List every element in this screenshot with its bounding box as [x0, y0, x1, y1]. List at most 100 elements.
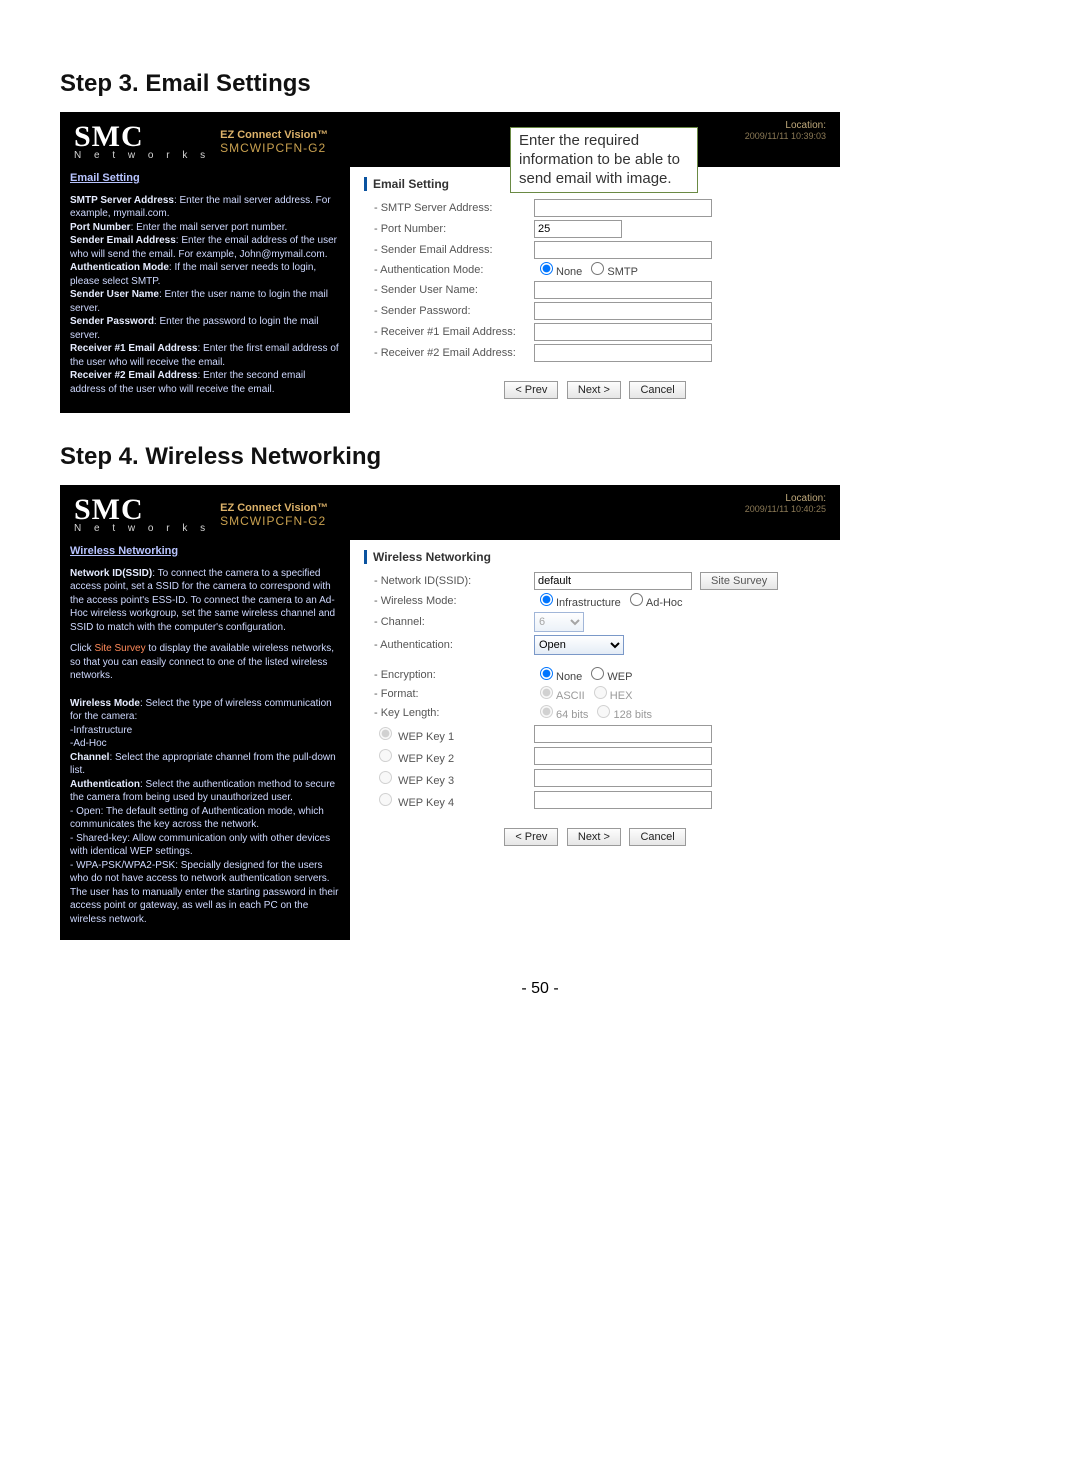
recv2-input[interactable] [534, 344, 712, 362]
help-text: Click [70, 643, 94, 654]
wep1-input[interactable] [534, 725, 712, 743]
auth-select[interactable]: Open [534, 635, 624, 655]
next-button[interactable]: Next > [567, 381, 621, 399]
wep3-input[interactable] [534, 769, 712, 787]
fmt-ascii-radio[interactable] [540, 686, 553, 699]
help-ssid: Network ID(SSID) [70, 568, 152, 579]
keylen-128-radio[interactable] [597, 705, 610, 718]
help-site-survey: Site Survey [94, 643, 145, 654]
lbl-port: - Port Number: [364, 223, 534, 235]
channel-select[interactable]: 6 [534, 612, 584, 632]
step3-panel: SMC N e t w o r k s EZ Connect Vision™ S… [60, 112, 840, 413]
sidebar-title: Wireless Networking [70, 544, 340, 559]
mode-infra-label: Infrastructure [556, 597, 621, 609]
smtp-input[interactable] [534, 199, 712, 217]
help-recv1: Receiver #1 Email Address [70, 343, 197, 354]
step4-heading: Step 4. Wireless Networking [60, 443, 1020, 471]
mode-infra-radio[interactable] [540, 593, 553, 606]
sender-pass-input[interactable] [534, 302, 712, 320]
fmt-ascii-label: ASCII [556, 690, 585, 702]
recv1-input[interactable] [534, 323, 712, 341]
auth-smtp-radio[interactable] [591, 262, 604, 275]
enc-none-label: None [556, 671, 582, 683]
help-sub: - WPA-PSK/WPA2-PSK: Specially designed f… [70, 859, 340, 927]
callout-box: Enter the required information to be abl… [510, 127, 698, 193]
location-time: 2009/11/11 10:40:25 [745, 504, 826, 514]
sender-user-input[interactable] [534, 281, 712, 299]
brand-networks: N e t w o r k s [74, 523, 210, 534]
wep1-label: WEP Key 1 [398, 731, 454, 743]
step4-content: Wireless Networking - Network ID(SSID): … [350, 540, 840, 940]
auth-none-radio[interactable] [540, 262, 553, 275]
lbl-ssid: - Network ID(SSID): [364, 575, 534, 587]
lbl-auth: - Authentication: [364, 639, 534, 651]
prev-button[interactable]: < Prev [504, 381, 558, 399]
help-sender-email: Sender Email Address [70, 235, 176, 246]
brand: SMC N e t w o r k s [74, 122, 210, 161]
lbl-sender-user: - Sender User Name: [364, 284, 534, 296]
keylen-64-label: 64 bits [556, 709, 588, 721]
brand-line2: SMCWIPCFN-G2 [220, 141, 328, 155]
section-title: Wireless Networking [364, 550, 826, 564]
brand-sub: EZ Connect Vision™ SMCWIPCFN-G2 [220, 502, 328, 528]
wep1-radio[interactable] [379, 727, 392, 740]
lbl-sender-email: - Sender Email Address: [364, 244, 534, 256]
enc-wep-label: WEP [607, 671, 632, 683]
help-pass: Sender Password [70, 316, 154, 327]
auth-smtp-label: SMTP [607, 266, 638, 278]
help-text: : Select the appropriate channel from th… [70, 752, 336, 777]
wep2-input[interactable] [534, 747, 712, 765]
brand-smc: SMC [74, 495, 210, 525]
help-text: : Enter the mail server port number. [131, 222, 288, 233]
step4-sidebar: Wireless Networking Network ID(SSID): To… [60, 540, 350, 940]
help-user: Sender User Name [70, 289, 159, 300]
location-block: Location: 2009/11/11 10:40:25 [745, 493, 826, 514]
lbl-channel: - Channel: [364, 616, 534, 628]
wep3-radio[interactable] [379, 771, 392, 784]
wep4-input[interactable] [534, 791, 712, 809]
wep4-label: WEP Key 4 [398, 797, 454, 809]
prev-button[interactable]: < Prev [504, 828, 558, 846]
next-button[interactable]: Next > [567, 828, 621, 846]
lbl-recv2: - Receiver #2 Email Address: [364, 347, 534, 359]
mode-adhoc-radio[interactable] [630, 593, 643, 606]
location-label: Location: [745, 493, 826, 504]
enc-wep-radio[interactable] [591, 667, 604, 680]
location-block: Location: 2009/11/11 10:39:03 [745, 120, 826, 141]
cancel-button[interactable]: Cancel [629, 828, 685, 846]
help-auth: Authentication Mode [70, 262, 169, 273]
help-sub: - Shared-key: Allow communication only w… [70, 832, 340, 859]
brand-line1: EZ Connect Vision™ [220, 502, 328, 514]
auth-none-label: None [556, 266, 582, 278]
step3-heading: Step 3. Email Settings [60, 70, 1020, 98]
step3-content: Enter the required information to be abl… [350, 167, 840, 413]
keylen-64-radio[interactable] [540, 705, 553, 718]
fmt-hex-radio[interactable] [594, 686, 607, 699]
wep2-radio[interactable] [379, 749, 392, 762]
port-input[interactable] [534, 220, 622, 238]
location-label: Location: [745, 120, 826, 131]
cancel-button[interactable]: Cancel [629, 381, 685, 399]
lbl-enc: - Encryption: [364, 669, 534, 681]
sender-email-input[interactable] [534, 241, 712, 259]
help-recv2: Receiver #2 Email Address [70, 370, 197, 381]
help-channel: Channel [70, 752, 109, 763]
help-mode: Wireless Mode [70, 698, 140, 709]
keylen-128-label: 128 bits [613, 709, 652, 721]
help-sub: -Infrastructure [70, 724, 340, 738]
enc-none-radio[interactable] [540, 667, 553, 680]
help-smtp: SMTP Server Address [70, 195, 174, 206]
lbl-smtp: - SMTP Server Address: [364, 202, 534, 214]
site-survey-button[interactable]: Site Survey [700, 572, 778, 590]
ssid-input[interactable] [534, 572, 692, 590]
brand-sub: EZ Connect Vision™ SMCWIPCFN-G2 [220, 129, 328, 155]
brand-line2: SMCWIPCFN-G2 [220, 514, 328, 528]
wep3-label: WEP Key 3 [398, 775, 454, 787]
wep4-radio[interactable] [379, 793, 392, 806]
brand: SMC N e t w o r k s [74, 495, 210, 534]
lbl-keylen: - Key Length: [364, 707, 534, 719]
lbl-recv1: - Receiver #1 Email Address: [364, 326, 534, 338]
sidebar-title: Email Setting [70, 171, 340, 186]
help-auth: Authentication [70, 779, 140, 790]
lbl-fmt: - Format: [364, 688, 534, 700]
